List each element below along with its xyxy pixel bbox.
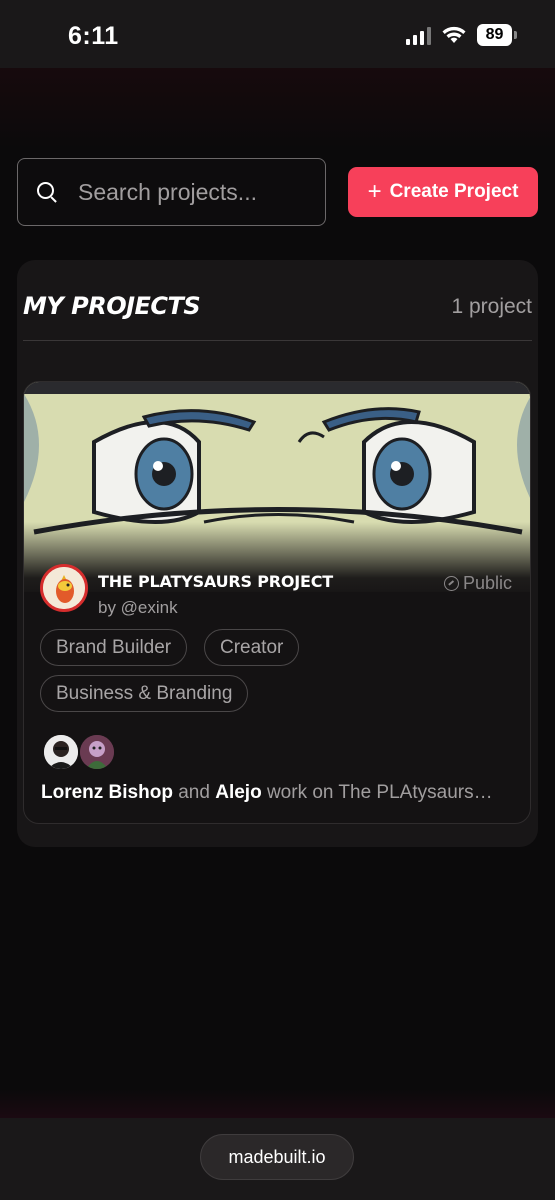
search-input[interactable] — [78, 178, 298, 206]
project-avatar — [40, 564, 88, 612]
search-icon — [36, 181, 58, 203]
url-bar[interactable]: madebuilt.io — [200, 1134, 354, 1180]
cellular-signal-icon — [406, 25, 431, 45]
search-box[interactable] — [17, 158, 326, 226]
project-title[interactable]: THE PLATYSAURS PROJECT — [98, 572, 333, 591]
my-projects-panel: MY PROJECTS 1 project THE PLATYSAURS PRO… — [17, 260, 538, 847]
status-bar: 6:11 89 — [0, 0, 555, 68]
plus-icon: + — [367, 178, 382, 205]
tag-creator[interactable]: Creator — [204, 629, 300, 666]
tag-business-branding[interactable]: Business & Branding — [40, 675, 249, 712]
collaborator-avatar — [42, 733, 80, 771]
section-title: MY PROJECTS — [23, 292, 201, 320]
wifi-icon — [442, 26, 466, 43]
battery-level: 89 — [477, 24, 512, 46]
project-author: by @exink — [98, 598, 178, 617]
create-project-label: Create Project — [389, 181, 519, 202]
visibility-label: Public — [462, 573, 512, 593]
background-pattern — [0, 1090, 555, 1120]
create-project-button[interactable]: + Create Project — [348, 167, 538, 217]
project-count: 1 project — [451, 295, 532, 318]
divider — [23, 340, 532, 341]
project-card[interactable]: THE PLATYSAURS PROJECT by @exink Public … — [23, 381, 531, 824]
collaborator-name[interactable]: Lorenz Bishop — [41, 782, 173, 803]
battery-icon: 89 — [477, 24, 517, 46]
background-pattern — [0, 68, 555, 148]
globe-icon — [443, 576, 459, 591]
status-time: 6:11 — [68, 22, 119, 50]
visibility-badge: Public — [443, 573, 512, 594]
collaborator-avatar — [78, 733, 116, 771]
status-icons: 89 — [406, 24, 517, 46]
collaborator-name[interactable]: Alejo — [215, 782, 261, 803]
collaborators-text: Lorenz Bishop and Alejo work on The PLAt… — [41, 782, 493, 803]
tag-brand-builder[interactable]: Brand Builder — [40, 629, 188, 666]
